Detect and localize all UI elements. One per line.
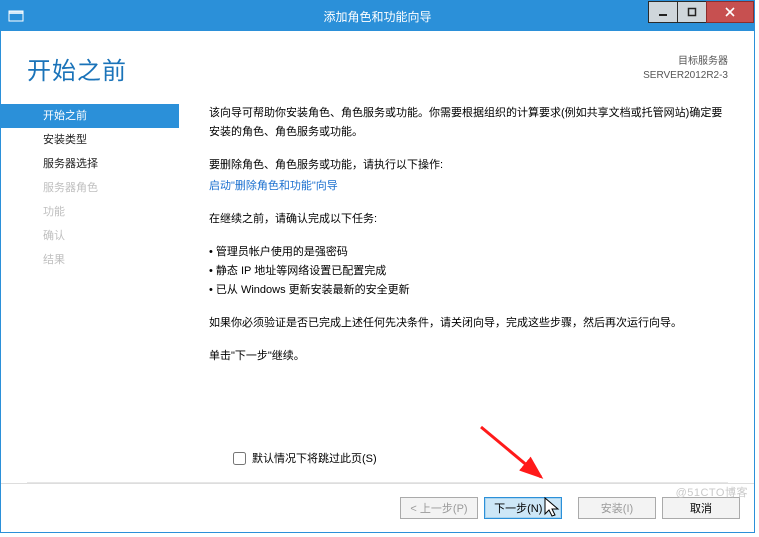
maximize-button[interactable] [677,1,707,23]
before-continue-text: 在继续之前，请确认完成以下任务: [209,210,726,229]
body: 开始之前 安装类型 服务器选择 服务器角色 功能 确认 结果 该向导可帮助你安装… [1,94,754,380]
next-hint: 单击"下一步"继续。 [209,347,726,366]
wizard-icon [7,7,25,25]
nav-features: 功能 [1,200,179,224]
nav-results: 结果 [1,248,179,272]
header: 开始之前 目标服务器 SERVER2012R2-3 [1,31,754,94]
close-button[interactable] [706,1,754,23]
skip-page-checkbox[interactable] [233,452,246,465]
remove-roles-link[interactable]: 启动"删除角色和功能"向导 [209,177,726,196]
install-button: 安装(I) [578,497,656,519]
target-server-label: 目标服务器 [643,55,728,69]
prereq-item: 静态 IP 地址等网络设置已配置完成 [209,262,726,281]
previous-button: < 上一步(P) [400,497,478,519]
target-server-name: SERVER2012R2-3 [643,69,728,83]
intro-text: 该向导可帮助你安装角色、角色服务或功能。你需要根据组织的计算要求(例如共享文档或… [209,104,726,142]
nav-confirmation: 确认 [1,224,179,248]
cancel-button[interactable]: 取消 [662,497,740,519]
nav-server-selection[interactable]: 服务器选择 [1,152,179,176]
verify-text: 如果你必须验证是否已完成上述任何先决条件，请关闭向导，完成这些步骤，然后再次运行… [209,314,726,333]
nav-install-type[interactable]: 安装类型 [1,128,179,152]
prerequisite-list: 管理员帐户使用的是强密码 静态 IP 地址等网络设置已配置完成 已从 Windo… [209,243,726,300]
window-controls [649,1,754,23]
next-button[interactable]: 下一步(N) > [484,497,562,519]
nav-before-you-begin[interactable]: 开始之前 [1,104,179,128]
page-title: 开始之前 [27,51,127,86]
skip-page-row: 默认情况下将跳过此页(S) [233,450,377,466]
prereq-item: 已从 Windows 更新安装最新的安全更新 [209,281,726,300]
window-title: 添加角色和功能向导 [1,8,754,25]
target-server-box: 目标服务器 SERVER2012R2-3 [643,51,728,83]
footer: < 上一步(P) 下一步(N) > 安装(I) 取消 [1,483,754,532]
remove-prompt: 要删除角色、角色服务或功能，请执行以下操作: [209,156,726,175]
wizard-window: 添加角色和功能向导 开始之前 目标服务器 SERVER2012R2-3 开始之前… [0,0,755,533]
nav-server-roles: 服务器角色 [1,176,179,200]
nav-sidebar: 开始之前 安装类型 服务器选择 服务器角色 功能 确认 结果 [1,94,179,380]
titlebar: 添加角色和功能向导 [1,1,754,31]
prereq-item: 管理员帐户使用的是强密码 [209,243,726,262]
content-pane: 该向导可帮助你安装角色、角色服务或功能。你需要根据组织的计算要求(例如共享文档或… [179,94,754,380]
skip-page-label: 默认情况下将跳过此页(S) [252,450,377,466]
minimize-button[interactable] [648,1,678,23]
